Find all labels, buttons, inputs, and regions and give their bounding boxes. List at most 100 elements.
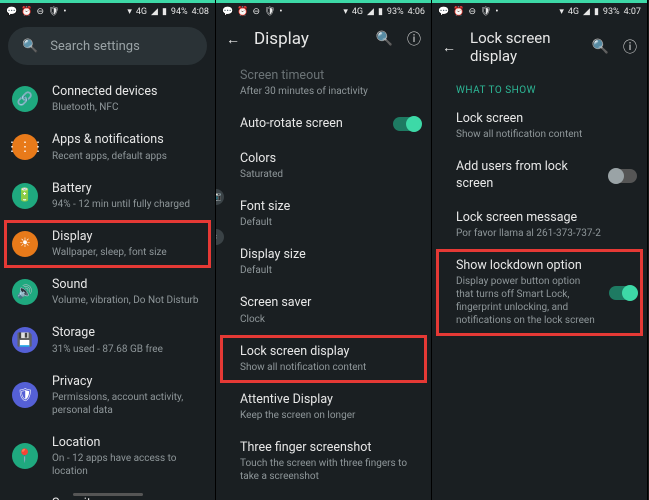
list-item[interactable]: Font sizeDefault bbox=[216, 190, 431, 238]
item-subtitle: Clock bbox=[240, 313, 421, 326]
help-icon[interactable]: ⓘ bbox=[623, 37, 637, 57]
settings-list[interactable]: 🔗 Connected devicesBluetooth, NFC ⋮⋮⋮ Apps … bbox=[0, 75, 215, 500]
list-item[interactable]: Lock screenShow all notification content bbox=[432, 102, 647, 150]
item-title: Lock screen bbox=[456, 111, 637, 127]
list-item[interactable]: ColorsSaturated bbox=[216, 142, 431, 190]
list-item[interactable]: 💾Storage31% used - 87.68 GB free bbox=[0, 316, 215, 364]
item-subtitle: Show all notification content bbox=[240, 361, 421, 374]
app-bar: ← Display 🔍 ⓘ bbox=[216, 21, 431, 59]
item-title: Font size bbox=[240, 199, 421, 215]
item-subtitle: 31% used - 87.68 GB free bbox=[52, 343, 205, 356]
battery-pct: 93% bbox=[603, 8, 620, 17]
status-bar: 💬 ⏰ ⊖ 🛡 • ▾ 4G ◢ ▮ 93% 4:07 bbox=[432, 3, 647, 21]
item-subtitle: Touch the screen with three fingers to t… bbox=[240, 457, 421, 483]
search-input[interactable]: 🔍 Search settings bbox=[8, 27, 207, 65]
net-label: 4G bbox=[352, 8, 363, 17]
clock: 4:07 bbox=[624, 8, 641, 17]
item-title: Lock screen display bbox=[240, 344, 421, 360]
more-icon: • bbox=[495, 8, 498, 17]
signal-icon: ◢ bbox=[151, 8, 158, 17]
item-subtitle: Default bbox=[240, 216, 421, 229]
search-placeholder: Search settings bbox=[50, 39, 140, 54]
list-item[interactable]: One Button NavNavigate with gestures bbox=[216, 492, 431, 500]
category-icon: ☀ bbox=[12, 231, 38, 257]
item-subtitle: Keep the screen on longer bbox=[240, 409, 421, 422]
wifi-icon: ▾ bbox=[343, 8, 348, 17]
search-icon[interactable]: 🔍 bbox=[376, 31, 393, 47]
list-item[interactable]: Lock screen displayShow all notification… bbox=[216, 335, 431, 383]
back-icon[interactable]: ← bbox=[226, 31, 240, 48]
display-list[interactable]: 📷 ‹ Screen timeoutAfter 30 minutes of in… bbox=[216, 59, 431, 500]
item-title: Colors bbox=[240, 151, 421, 167]
list-item[interactable]: Add users from lock screen bbox=[432, 150, 647, 201]
item-title: Display size bbox=[240, 247, 421, 263]
category-icon: 🔗 bbox=[12, 86, 38, 112]
list-item[interactable]: ⋮⋮⋮ Apps & notifications Recent apps, defa… bbox=[0, 123, 215, 171]
item-title: Lock screen message bbox=[456, 210, 637, 226]
phone-display-settings: 💬 ⏰ ⊖ 🛡 • ▾ 4G ◢ ▮ 93% 4:06 ← Display 🔍 … bbox=[216, 0, 432, 500]
section-header: What to show bbox=[432, 75, 647, 102]
list-item[interactable]: 🔊SoundVolume, vibration, Do Not Disturb bbox=[0, 268, 215, 316]
list-item[interactable]: 📍 LocationOn - 12 apps have access to loc… bbox=[0, 426, 215, 487]
phone-settings-root: 💬 ⏰ ⊖ 🛡 • ▾ 4G ◢ ▮ 94% 4:08 🔍 Search set… bbox=[0, 0, 216, 500]
category-icon: ⋮⋮⋮ bbox=[12, 134, 38, 160]
item-title: Storage bbox=[52, 325, 205, 341]
alarm-icon: ⏰ bbox=[237, 8, 248, 17]
shield-icon: 🛡 bbox=[48, 8, 59, 17]
item-title: Location bbox=[52, 435, 205, 451]
item-title: Add users from lock screen bbox=[456, 159, 595, 192]
back-icon[interactable]: ← bbox=[442, 39, 456, 56]
scroll-indicator bbox=[73, 493, 143, 496]
category-icon: 🔋 bbox=[12, 183, 38, 209]
chat-icon: 💬 bbox=[222, 8, 233, 17]
list-item[interactable]: Auto-rotate screen bbox=[216, 107, 431, 141]
category-icon: 📍 bbox=[12, 443, 38, 469]
item-subtitle: Recent apps, default apps bbox=[52, 150, 205, 163]
search-icon[interactable]: 🔍 bbox=[592, 39, 609, 55]
lockscreen-list[interactable]: Lock screenShow all notification content… bbox=[432, 102, 647, 500]
net-label: 4G bbox=[568, 8, 579, 17]
list-item[interactable]: 🛡PrivacyPermissions, account activity, p… bbox=[0, 365, 215, 426]
item-title: Attentive Display bbox=[240, 392, 421, 408]
battery-icon: ▮ bbox=[162, 8, 167, 17]
clock: 4:08 bbox=[192, 8, 209, 17]
dnd-icon: ⊖ bbox=[468, 8, 476, 17]
item-title: Auto-rotate screen bbox=[240, 116, 379, 132]
item-title: Connected devices bbox=[52, 84, 205, 100]
item-title: Three finger screenshot bbox=[240, 440, 421, 456]
status-bar: 💬 ⏰ ⊖ 🛡 • ▾ 4G ◢ ▮ 94% 4:08 bbox=[0, 3, 215, 21]
list-item[interactable]: Attentive DisplayKeep the screen on long… bbox=[216, 383, 431, 431]
list-item[interactable]: Three finger screenshotTouch the screen … bbox=[216, 431, 431, 492]
list-item[interactable]: Lock screen messagePor favor llama al 26… bbox=[432, 201, 647, 249]
toggle-switch[interactable] bbox=[609, 286, 637, 300]
item-title: Apps & notifications bbox=[52, 132, 205, 148]
chat-icon: 💬 bbox=[6, 8, 17, 17]
item-subtitle: Show all notification content bbox=[456, 128, 637, 141]
item-title: Screen saver bbox=[240, 295, 421, 311]
battery-pct: 93% bbox=[387, 8, 404, 17]
page-title: Display bbox=[254, 29, 309, 49]
toggle-switch[interactable] bbox=[393, 117, 421, 131]
item-subtitle: On - 12 apps have access to location bbox=[52, 452, 205, 478]
alarm-icon: ⏰ bbox=[453, 8, 464, 17]
list-item[interactable]: Screen timeoutAfter 30 minutes of inacti… bbox=[216, 59, 431, 107]
item-subtitle: Bluetooth, NFC bbox=[52, 101, 205, 114]
item-subtitle: Saturated bbox=[240, 168, 421, 181]
page-title: Lock screen display bbox=[470, 29, 564, 65]
list-item[interactable]: 🔗 Connected devicesBluetooth, NFC bbox=[0, 75, 215, 123]
item-title: Sound bbox=[52, 277, 205, 293]
toggle-switch[interactable] bbox=[609, 169, 637, 183]
dnd-icon: ⊖ bbox=[252, 8, 260, 17]
item-subtitle: Permissions, account activity, personal … bbox=[52, 391, 205, 417]
alarm-icon: ⏰ bbox=[21, 8, 32, 17]
item-title: Security bbox=[52, 496, 205, 500]
list-item[interactable]: Show lockdown optionDisplay power button… bbox=[432, 249, 647, 336]
list-item[interactable]: ☀DisplayWallpaper, sleep, font size bbox=[0, 220, 215, 268]
list-item[interactable]: Display sizeDefault bbox=[216, 238, 431, 286]
list-item[interactable]: Screen saver Clock bbox=[216, 286, 431, 334]
chat-icon: 💬 bbox=[438, 8, 449, 17]
help-icon[interactable]: ⓘ bbox=[407, 29, 421, 49]
phone-lockscreen-settings: 💬 ⏰ ⊖ 🛡 • ▾ 4G ◢ ▮ 93% 4:07 ← Lock scree… bbox=[432, 0, 648, 500]
app-bar: ← Lock screen display 🔍 ⓘ bbox=[432, 21, 647, 75]
list-item[interactable]: 🔋Battery94% - 12 min until fully charged bbox=[0, 172, 215, 220]
